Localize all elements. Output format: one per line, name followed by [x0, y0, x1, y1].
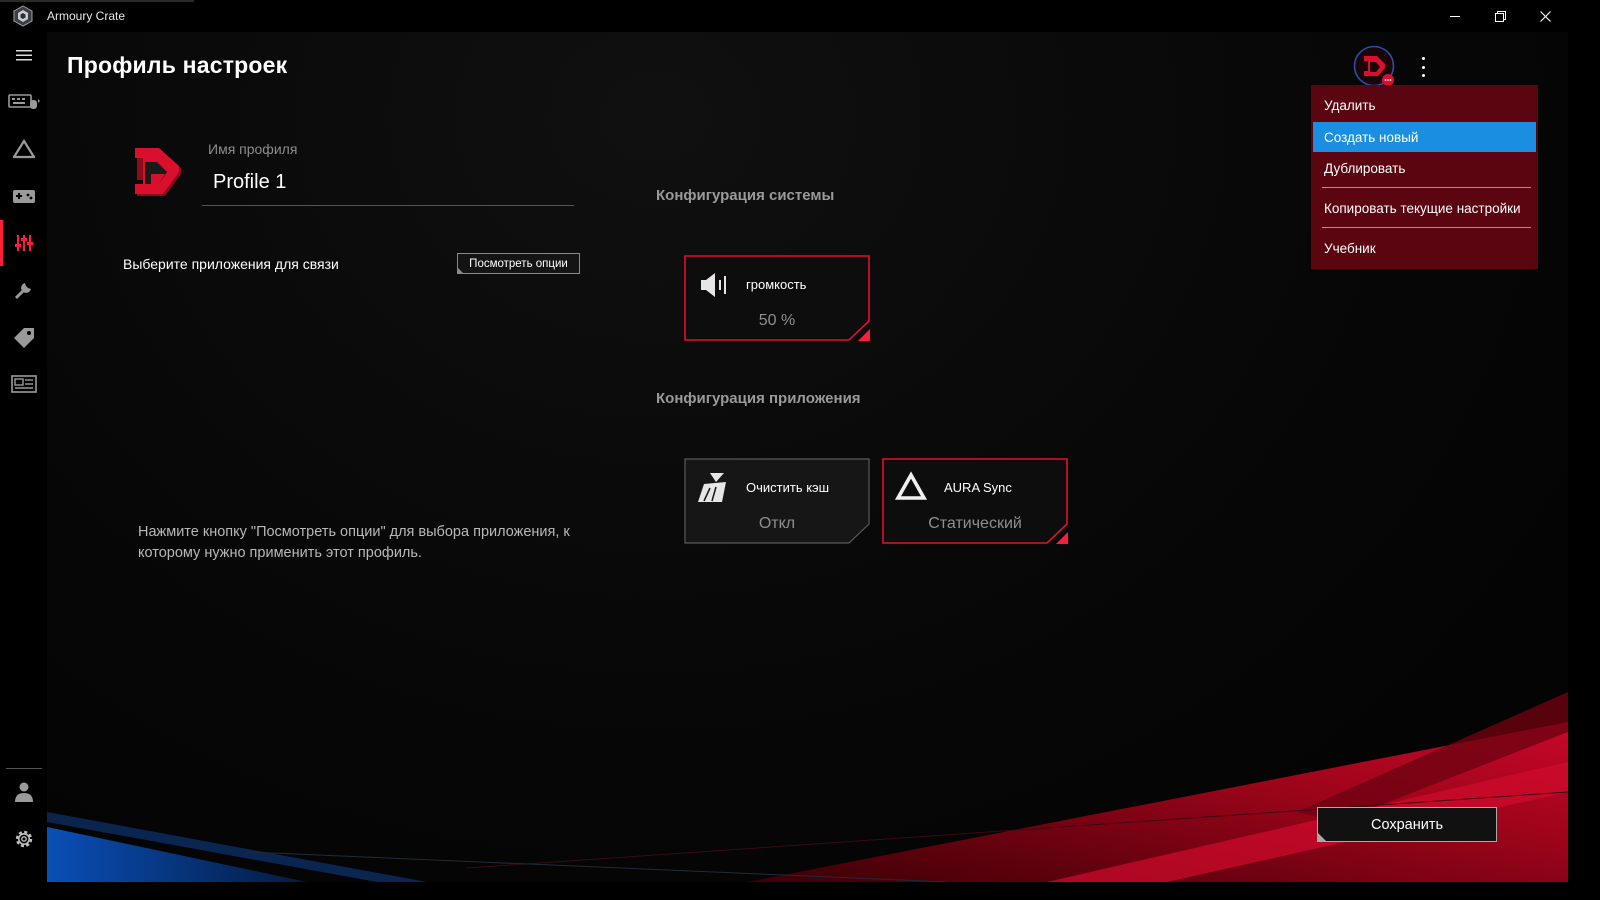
app-title: Armoury Crate: [47, 9, 126, 23]
kebab-dot: [1421, 74, 1425, 77]
minimize-button[interactable]: [1432, 0, 1478, 32]
armoury-crate-logo-icon: [13, 5, 33, 27]
profile-name-underline: [202, 205, 574, 206]
sidebar: [0, 32, 47, 882]
close-icon: [1539, 10, 1551, 22]
keyboard-icon: [7, 94, 40, 109]
sidebar-item-news[interactable]: [0, 361, 47, 407]
sliders-icon: [14, 235, 33, 251]
volume-card[interactable]: громкость 50 %: [684, 255, 870, 341]
clear-cache-card-title: Очистить кэш: [746, 480, 830, 495]
page-title: Профиль настроек: [67, 52, 288, 78]
profile-options-menu: Удалить Создать новый Дублировать Копиро…: [1311, 85, 1538, 269]
aura-sync-card-title: AURA Sync: [944, 480, 1012, 495]
close-button[interactable]: [1522, 0, 1568, 32]
title-bar-accent: [0, 0, 194, 2]
aura-sync-card-value: Статический: [928, 515, 1022, 532]
title-bar: Armoury Crate: [0, 0, 1568, 32]
menu-item-duplicate[interactable]: Дублировать: [1313, 153, 1536, 183]
gear-icon: [15, 830, 32, 848]
tag-icon: [13, 328, 34, 348]
aura-sync-icon: [894, 471, 928, 500]
clear-cache-card-value: Откл: [758, 515, 796, 532]
apps-hint-text: Нажмите кнопку "Посмотреть опции" для вы…: [138, 524, 570, 561]
restore-icon: [1494, 10, 1506, 22]
sidebar-item-device[interactable]: [0, 78, 47, 124]
profile-avatar-icon[interactable]: [1353, 45, 1395, 87]
menu-item-tutorial[interactable]: Учебник: [1313, 233, 1536, 263]
kebab-dot: [1421, 57, 1425, 60]
sidebar-item-scenario-profiles[interactable]: [0, 220, 47, 266]
user-icon: [14, 782, 33, 802]
menu-divider: [1322, 227, 1531, 228]
sidebar-item-tools[interactable]: [0, 267, 47, 313]
gamepad-icon: [12, 190, 35, 203]
save-button[interactable]: Сохранить: [1317, 807, 1497, 842]
menu-item-create-new[interactable]: Создать новый: [1313, 122, 1536, 152]
sidebar-item-deals[interactable]: [0, 314, 47, 360]
main-content: Профиль настроек Имя профиля Profile 1 В…: [47, 32, 1568, 882]
clear-cache-card[interactable]: Очистить кэш Откл: [684, 458, 870, 544]
app-config-title: Конфигурация приложения: [656, 390, 861, 407]
sidebar-item-game-library[interactable]: [0, 173, 47, 219]
menu-divider: [1322, 187, 1531, 188]
aura-icon: [12, 139, 35, 159]
profile-logo-icon: [135, 148, 181, 196]
kebab-dot: [1421, 65, 1425, 69]
sidebar-item-user[interactable]: [0, 769, 47, 815]
volume-card-title: громкость: [746, 277, 807, 292]
hamburger-icon: [15, 50, 32, 61]
system-config-title: Конфигурация системы: [656, 187, 835, 204]
aura-sync-card[interactable]: AURA Sync Статический: [882, 458, 1068, 544]
minimize-icon: [1450, 16, 1460, 17]
volume-card-value: 50 %: [758, 312, 796, 329]
profile-name-field[interactable]: Profile 1: [213, 171, 286, 194]
menu-item-copy-current-settings[interactable]: Копировать текущие настройки: [1313, 193, 1536, 223]
sidebar-item-aura[interactable]: [0, 126, 47, 172]
choose-apps-label: Выберите приложения для связи: [123, 256, 339, 272]
sidebar-menu-toggle[interactable]: [0, 32, 47, 78]
speaker-icon: [701, 273, 726, 297]
wrench-icon: [14, 283, 31, 300]
menu-item-delete[interactable]: Удалить: [1313, 90, 1536, 120]
broom-icon: [698, 473, 726, 502]
profile-name-label: Имя профиля: [208, 141, 298, 157]
sidebar-item-settings[interactable]: [0, 816, 47, 862]
more-options-button[interactable]: [1413, 54, 1433, 80]
restore-button[interactable]: [1477, 0, 1523, 32]
news-icon: [10, 375, 37, 393]
view-options-button[interactable]: Посмотреть опции: [457, 253, 580, 274]
